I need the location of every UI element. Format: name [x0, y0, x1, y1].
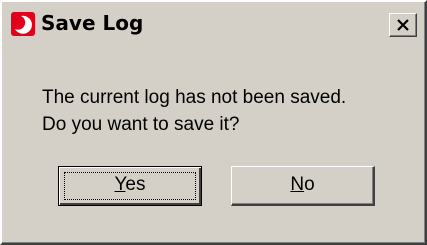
close-icon: [397, 19, 409, 31]
app-logo-icon: [11, 12, 35, 36]
window-title: Save Log: [41, 11, 144, 35]
title-bar[interactable]: Save Log: [5, 5, 422, 41]
yes-button[interactable]: Yes: [58, 166, 202, 206]
save-log-dialog: Save Log The current log has not been sa…: [0, 0, 427, 245]
dialog-message: The current log has not been saved. Do y…: [42, 84, 346, 138]
focus-rectangle: [64, 172, 196, 200]
message-line-1: The current log has not been saved.: [42, 87, 347, 108]
no-mnemonic: N: [290, 174, 305, 195]
no-button[interactable]: No: [231, 166, 375, 206]
no-label-rest: o: [304, 174, 315, 195]
message-line-2: Do you want to save it?: [42, 114, 240, 135]
close-button[interactable]: [389, 13, 417, 37]
